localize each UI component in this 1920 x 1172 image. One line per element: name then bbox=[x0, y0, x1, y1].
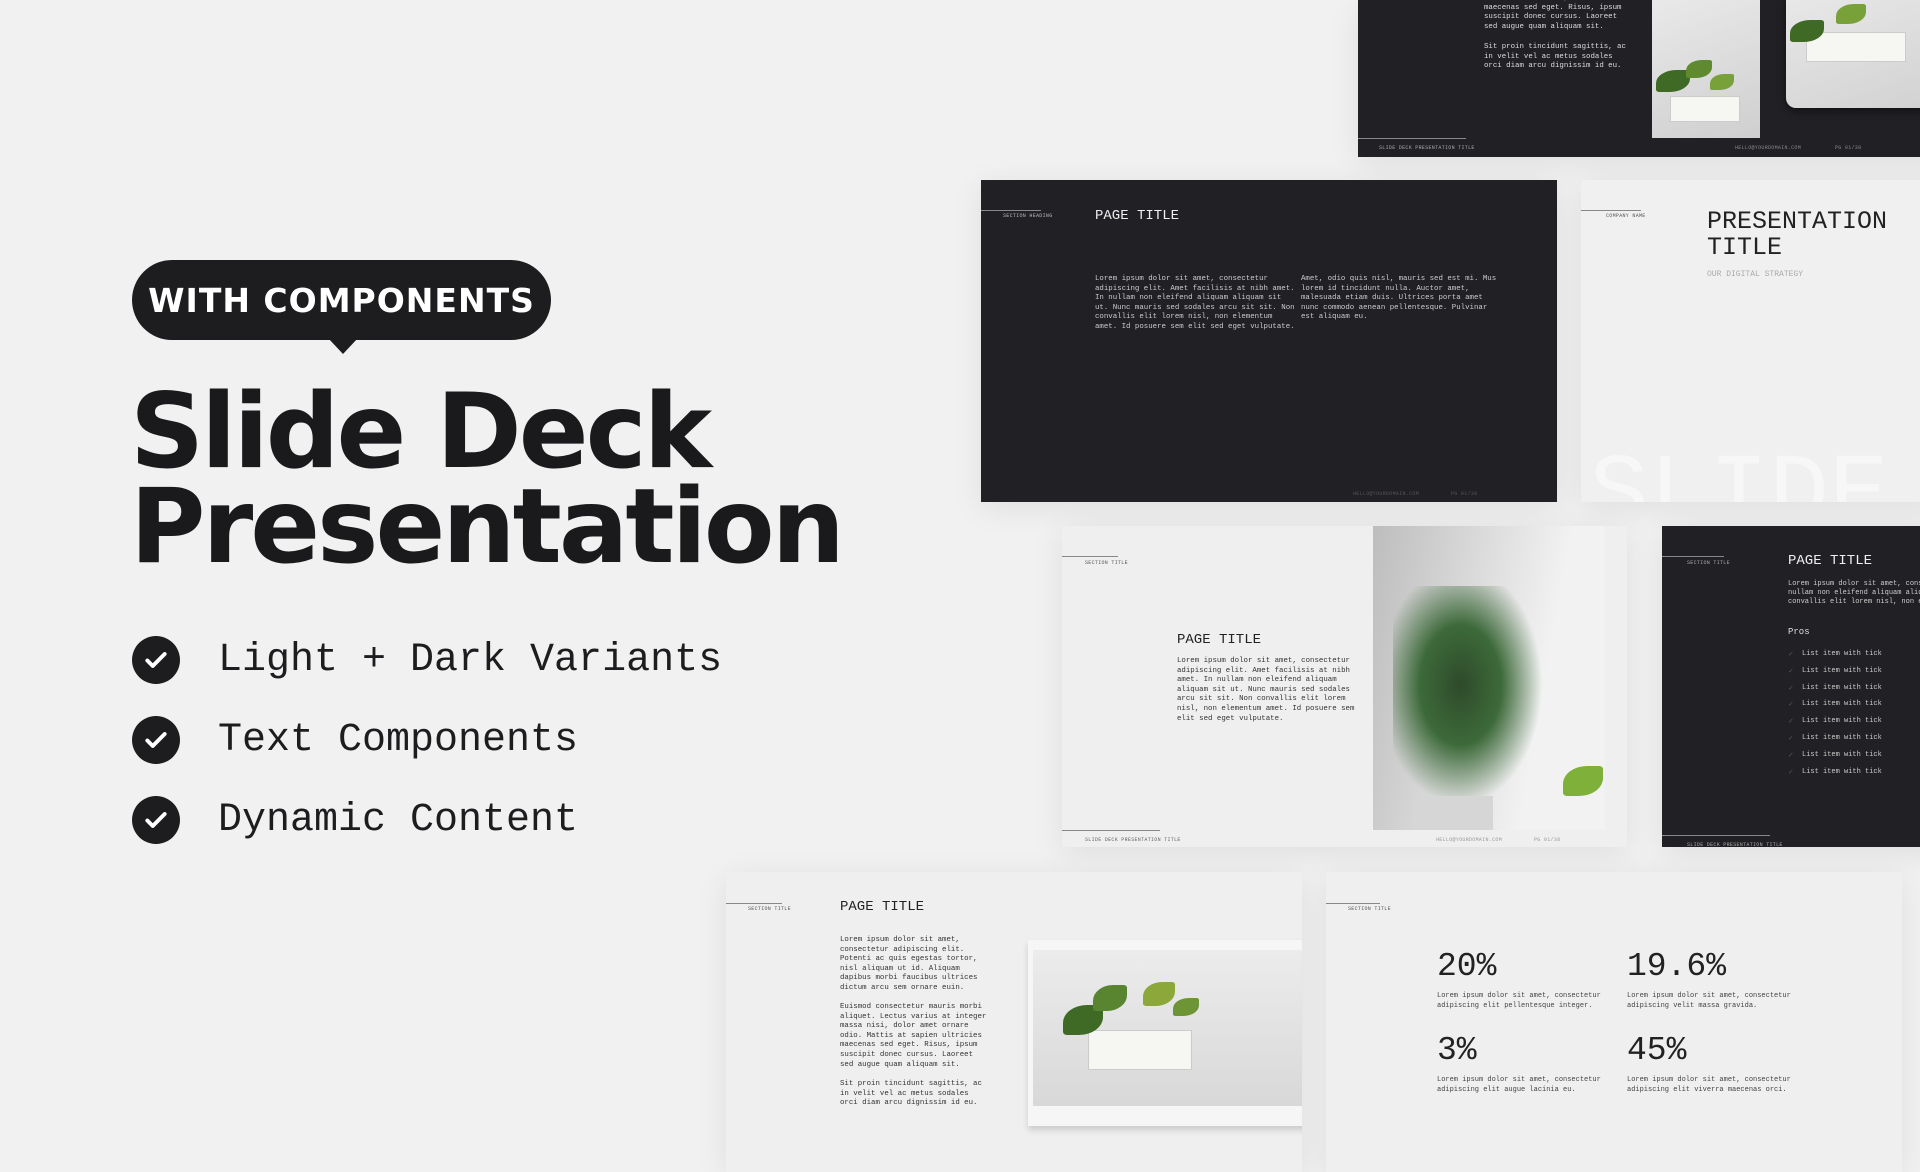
section-heading: SECTION HEADING bbox=[1003, 213, 1053, 219]
list-item-label: List item with tick bbox=[1802, 767, 1882, 776]
feature-item: Text Components bbox=[132, 716, 578, 764]
plant-books-photo bbox=[1033, 950, 1302, 1106]
footer-page: PG 01/38 bbox=[1451, 491, 1478, 497]
slide-paragraph: Lorem ipsum dolor sit amet, consectetur … bbox=[1177, 657, 1355, 723]
feature-item: Light + Dark Variants bbox=[132, 636, 722, 684]
footer-page: PG 01/38 bbox=[1534, 837, 1561, 843]
slide-paragraph: Amet, odio quis nisl, mauris sed est mi.… bbox=[1301, 275, 1497, 322]
hero-title-line1: Slide Deck bbox=[130, 372, 712, 492]
page-title: PAGE TITLE bbox=[840, 899, 925, 915]
footer-page: PG 01/38 bbox=[1835, 145, 1862, 151]
tick-icon: ✓ bbox=[1788, 718, 1794, 727]
stat-description: Lorem ipsum dolor sit amet, consectetur … bbox=[1627, 992, 1791, 1010]
check-circle-icon bbox=[132, 636, 180, 684]
slide-preview-stats: SECTION TITLE 20% Lorem ipsum dolor sit … bbox=[1326, 872, 1902, 1172]
list-item-label: List item with tick bbox=[1802, 666, 1882, 675]
list-item-label: List item with tick bbox=[1802, 700, 1882, 709]
plant-books-photo-rounded bbox=[1786, 0, 1920, 108]
badge-pointer bbox=[328, 338, 358, 354]
stat-value: 45% bbox=[1627, 1032, 1687, 1069]
tick-icon: ✓ bbox=[1788, 735, 1794, 743]
tick-icon: ✓ bbox=[1788, 651, 1794, 659]
company-name: COMPANY NAME bbox=[1606, 213, 1646, 219]
section-title: SECTION TITLE bbox=[748, 906, 791, 912]
footer-email: HELLO@YOURDOMAIN.COM bbox=[1436, 837, 1503, 843]
stat-description: Lorem ipsum dolor sit amet, consectetur … bbox=[1437, 1076, 1601, 1094]
watermark-text: SLIDE bbox=[1589, 440, 1890, 502]
slide-preview-dark-list: SECTION TITLE PAGE TITLE Lorem ipsum dol… bbox=[1662, 526, 1920, 847]
section-divider bbox=[1662, 556, 1724, 557]
slide-paragraph: Lorem ipsum dolor sit amet, consectetur … bbox=[1788, 580, 1920, 607]
section-divider bbox=[1581, 210, 1641, 211]
stat-value: 3% bbox=[1437, 1032, 1477, 1069]
palm-plant-photo bbox=[1373, 526, 1605, 830]
section-divider bbox=[1062, 556, 1118, 557]
list-item-label: List item with tick bbox=[1802, 683, 1882, 692]
tick-icon: ✓ bbox=[1788, 701, 1794, 710]
hero-title: Slide Deck Presentation bbox=[130, 372, 845, 587]
stat-description: Lorem ipsum dolor sit amet, consectetur … bbox=[1627, 1076, 1791, 1094]
footer-deck-title: SLIDE DECK PRESENTATION TITLE bbox=[1687, 842, 1783, 847]
stat-value: 19.6% bbox=[1627, 948, 1727, 985]
tick-icon: ✓ bbox=[1788, 667, 1794, 676]
with-components-badge: WITH COMPONENTS bbox=[132, 260, 551, 340]
slide-paragraph: Lorem ipsum dolor sit amet, consectetur … bbox=[840, 936, 978, 992]
hero-title-line2: Presentation bbox=[130, 467, 845, 587]
page-title: PAGE TITLE bbox=[1177, 632, 1262, 648]
list-item-label: List item with tick bbox=[1802, 734, 1882, 742]
section-divider bbox=[1326, 903, 1380, 904]
slide-paragraph: Odio. Mattis at sapien ultricies maecena… bbox=[1484, 0, 1626, 31]
presentation-title: PRESENTATION TITLE bbox=[1707, 207, 1888, 262]
footer-divider bbox=[1062, 830, 1160, 831]
presentation-subtitle: OUR DIGITAL STRATEGY bbox=[1707, 270, 1804, 279]
slide-preview-dark-image: Odio. Mattis at sapien ultricies maecena… bbox=[1358, 0, 1920, 157]
page-title: PAGE TITLE bbox=[1788, 553, 1873, 569]
feature-label: Light + Dark Variants bbox=[218, 637, 723, 683]
list-item-label: List item with tick bbox=[1802, 750, 1882, 759]
slide-preview-dark-two-column: SECTION HEADING PAGE TITLE Lorem ipsum d… bbox=[981, 180, 1557, 502]
slide-paragraph: Sit proin tincidunt sagittis, ac in veli… bbox=[840, 1080, 982, 1108]
section-title: SECTION TITLE bbox=[1348, 906, 1391, 912]
tick-icon: ✓ bbox=[1788, 751, 1794, 760]
feature-item: Dynamic Content bbox=[132, 796, 578, 844]
stat-description: Lorem ipsum dolor sit amet, consectetur … bbox=[1437, 992, 1601, 1010]
section-title: SECTION TITLE bbox=[1085, 560, 1128, 566]
list-item-label: List item with tick bbox=[1802, 717, 1882, 726]
plant-books-photo bbox=[1652, 0, 1760, 138]
feature-label: Dynamic Content bbox=[218, 797, 579, 843]
footer-divider bbox=[1662, 835, 1770, 836]
check-circle-icon bbox=[132, 796, 180, 844]
tick-list: ✓ List item with tick ✓ List item with tick… bbox=[1788, 650, 1920, 790]
footer-email: HELLO@YOURDOMAIN.COM bbox=[1353, 491, 1420, 497]
check-circle-icon bbox=[132, 716, 180, 764]
list-item-label: List item with tick bbox=[1802, 650, 1882, 658]
slide-preview-light-image: SECTION TITLE PAGE TITLE Lorem ipsum dol… bbox=[1062, 526, 1627, 847]
slide-preview-light-text-image: SECTION TITLE PAGE TITLE Lorem ipsum dol… bbox=[726, 872, 1302, 1172]
footer-deck-title: SLIDE DECK PRESENTATION TITLE bbox=[1085, 837, 1181, 843]
footer-deck-title: SLIDE DECK PRESENTATION TITLE bbox=[1379, 145, 1475, 151]
section-divider bbox=[726, 903, 782, 904]
feature-label: Text Components bbox=[218, 717, 579, 763]
tick-icon: ✓ bbox=[1788, 768, 1794, 777]
section-divider bbox=[981, 210, 1041, 211]
footer-email: HELLO@YOURDOMAIN.COM bbox=[1735, 145, 1802, 151]
tick-icon: ✓ bbox=[1788, 684, 1794, 693]
slide-paragraph: Lorem ipsum dolor sit amet, consectetur … bbox=[1095, 275, 1295, 331]
section-title: SECTION TITLE bbox=[1687, 560, 1730, 566]
slide-preview-title: COMPANY NAME PRESENTATION TITLE OUR DIGI… bbox=[1581, 180, 1920, 502]
slide-paragraph: Sit proin tincidunt sagittis, ac in veli… bbox=[1484, 43, 1626, 71]
list-heading: Pros bbox=[1788, 627, 1810, 637]
slide-paragraph: Euismod consectetur mauris morbi aliquet… bbox=[840, 1003, 987, 1069]
stat-value: 20% bbox=[1437, 948, 1497, 985]
footer-divider bbox=[1358, 138, 1466, 139]
badge-label: WITH COMPONENTS bbox=[148, 280, 535, 320]
page-title: PAGE TITLE bbox=[1095, 208, 1180, 224]
laptop-mockup bbox=[1028, 940, 1302, 1126]
